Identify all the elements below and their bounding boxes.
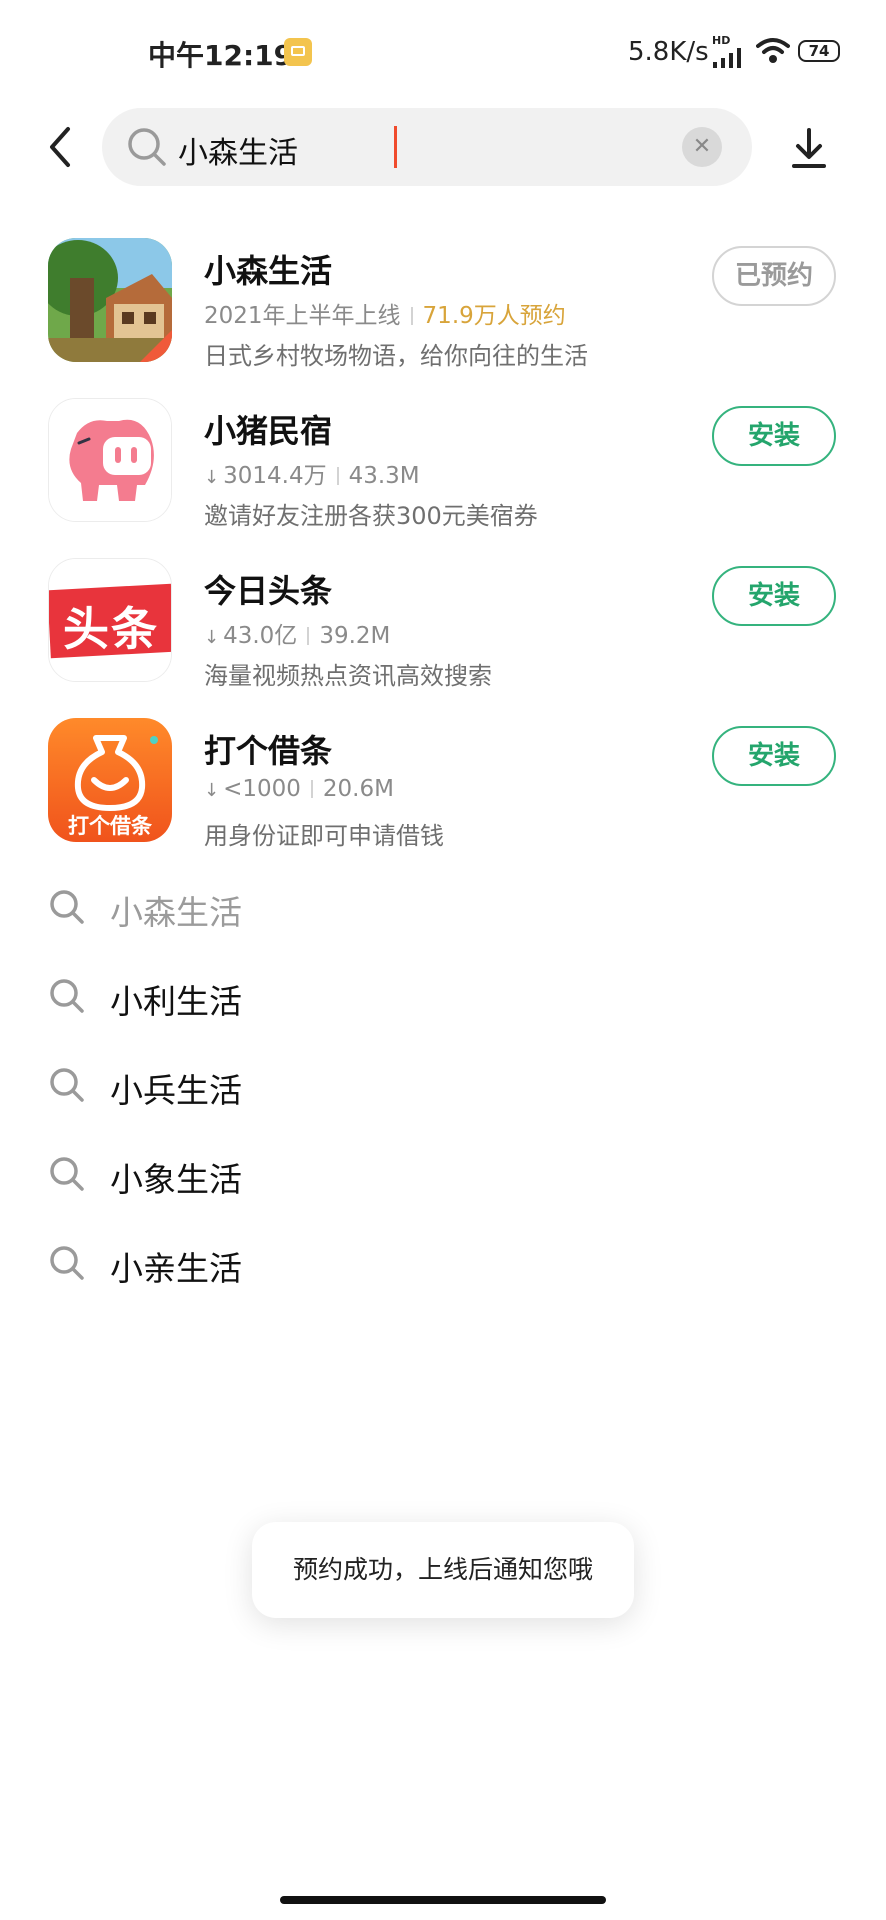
battery-icon: 74 xyxy=(798,40,840,62)
reserved-button[interactable]: 已预约 xyxy=(712,246,836,306)
meta-divider xyxy=(307,627,310,645)
text-caret xyxy=(394,126,397,168)
suggestion-text: 小利生活 xyxy=(110,982,242,1021)
xiaozhu-app-icon xyxy=(48,398,172,522)
app-item-xiaozhu[interactable]: 小猪民宿 ↓ 3014.4万 43.3M 邀请好友注册各获300元美宿券 安装 xyxy=(0,398,886,538)
clear-button[interactable]: ✕ xyxy=(682,127,722,167)
app-meta: ↓ 43.0亿 39.2M xyxy=(204,616,390,650)
download-icon[interactable] xyxy=(790,126,828,170)
reservation-count: 71.9万人预约 xyxy=(422,303,566,329)
suggestion-text: 小兵生活 xyxy=(110,1071,242,1110)
app-size: 39.2M xyxy=(319,623,391,649)
app-description: 海量视频热点资讯高效搜索 xyxy=(204,662,492,690)
download-count: 43.0亿 xyxy=(223,623,298,649)
meta-divider xyxy=(336,467,339,485)
download-count-icon: ↓ xyxy=(204,467,220,488)
notification-icon xyxy=(284,38,312,66)
meta-divider xyxy=(410,307,413,325)
app-description: 用身份证即可申请借钱 xyxy=(204,822,444,850)
install-button[interactable]: 安装 xyxy=(712,726,836,786)
app-name: 今日头条 xyxy=(204,572,333,610)
app-description: 邀请好友注册各获300元美宿券 xyxy=(204,502,538,530)
app-name: 打个借条 xyxy=(204,732,333,770)
search-bar[interactable]: 小森生活 ✕ xyxy=(102,108,752,186)
app-meta: 2021年上半年上线 71.9万人预约 xyxy=(204,296,566,330)
search-input[interactable]: 小森生活 xyxy=(178,128,298,172)
network-speed: 5.8K/s xyxy=(628,37,709,67)
search-icon xyxy=(128,128,166,166)
download-count: 3014.4万 xyxy=(223,463,327,489)
status-time: 中午12:19 xyxy=(148,39,294,72)
app-meta: ↓ <1000 20.6M xyxy=(204,776,394,802)
back-arrow-icon[interactable] xyxy=(44,125,76,169)
suggestion-text: 小亲生活 xyxy=(110,1249,242,1288)
suggestion-item[interactable]: 小象生活 xyxy=(0,1139,886,1209)
toutiao-logo-text: 头条 xyxy=(63,602,159,656)
search-icon xyxy=(50,1157,84,1191)
app-name: 小猪民宿 xyxy=(204,412,333,450)
app-size: 43.3M xyxy=(348,463,420,489)
toast-message: 预约成功，上线后通知您哦 xyxy=(252,1522,634,1618)
search-icon xyxy=(50,890,84,924)
suggestion-item[interactable]: 小森生活 xyxy=(0,872,886,942)
signal-icon xyxy=(713,48,741,68)
app-size: 20.6M xyxy=(322,776,394,802)
search-icon xyxy=(50,1246,84,1280)
app-item-toutiao[interactable]: 头条 今日头条 ↓ 43.0亿 39.2M 海量视频热点资讯高效搜索 安装 xyxy=(0,558,886,698)
dagejietiao-app-icon: 打个借条 xyxy=(48,718,172,842)
hd-label: HD xyxy=(712,34,731,47)
app-item-dagejietiao[interactable]: 打个借条 打个借条 ↓ <1000 20.6M 用身份证即可申请借钱 安装 xyxy=(0,718,886,858)
status-bar: 中午12:19 5.8K/s HD 74 xyxy=(0,0,886,104)
dagejietiao-logo-text: 打个借条 xyxy=(68,814,152,838)
suggestion-item[interactable]: 小兵生活 xyxy=(0,1050,886,1120)
download-count-icon: ↓ xyxy=(204,627,220,648)
toutiao-app-icon: 头条 xyxy=(48,558,172,682)
suggestion-item[interactable]: 小利生活 xyxy=(0,961,886,1031)
meta-divider xyxy=(310,780,313,798)
install-button[interactable]: 安装 xyxy=(712,566,836,626)
app-meta: ↓ 3014.4万 43.3M xyxy=(204,456,420,490)
suggestion-item[interactable]: 小亲生活 xyxy=(0,1228,886,1298)
xiaosen-app-icon xyxy=(48,238,172,362)
app-name: 小森生活 xyxy=(204,252,333,290)
app-item-xiaosen[interactable]: 小森生活 2021年上半年上线 71.9万人预约 日式乡村牧场物语，给你向往的生活… xyxy=(0,238,886,378)
home-indicator[interactable] xyxy=(280,1896,606,1904)
suggestion-text: 小森生活 xyxy=(110,893,242,932)
download-count-icon: ↓ xyxy=(204,780,220,801)
search-icon xyxy=(50,1068,84,1102)
close-icon: ✕ xyxy=(692,134,712,159)
search-icon xyxy=(50,979,84,1013)
install-button[interactable]: 安装 xyxy=(712,406,836,466)
suggestion-text: 小象生活 xyxy=(110,1160,242,1199)
app-description: 日式乡村牧场物语，给你向往的生活 xyxy=(204,342,588,370)
download-count: <1000 xyxy=(223,776,301,802)
wifi-icon xyxy=(756,38,790,63)
release-time: 2021年上半年上线 xyxy=(204,303,401,329)
